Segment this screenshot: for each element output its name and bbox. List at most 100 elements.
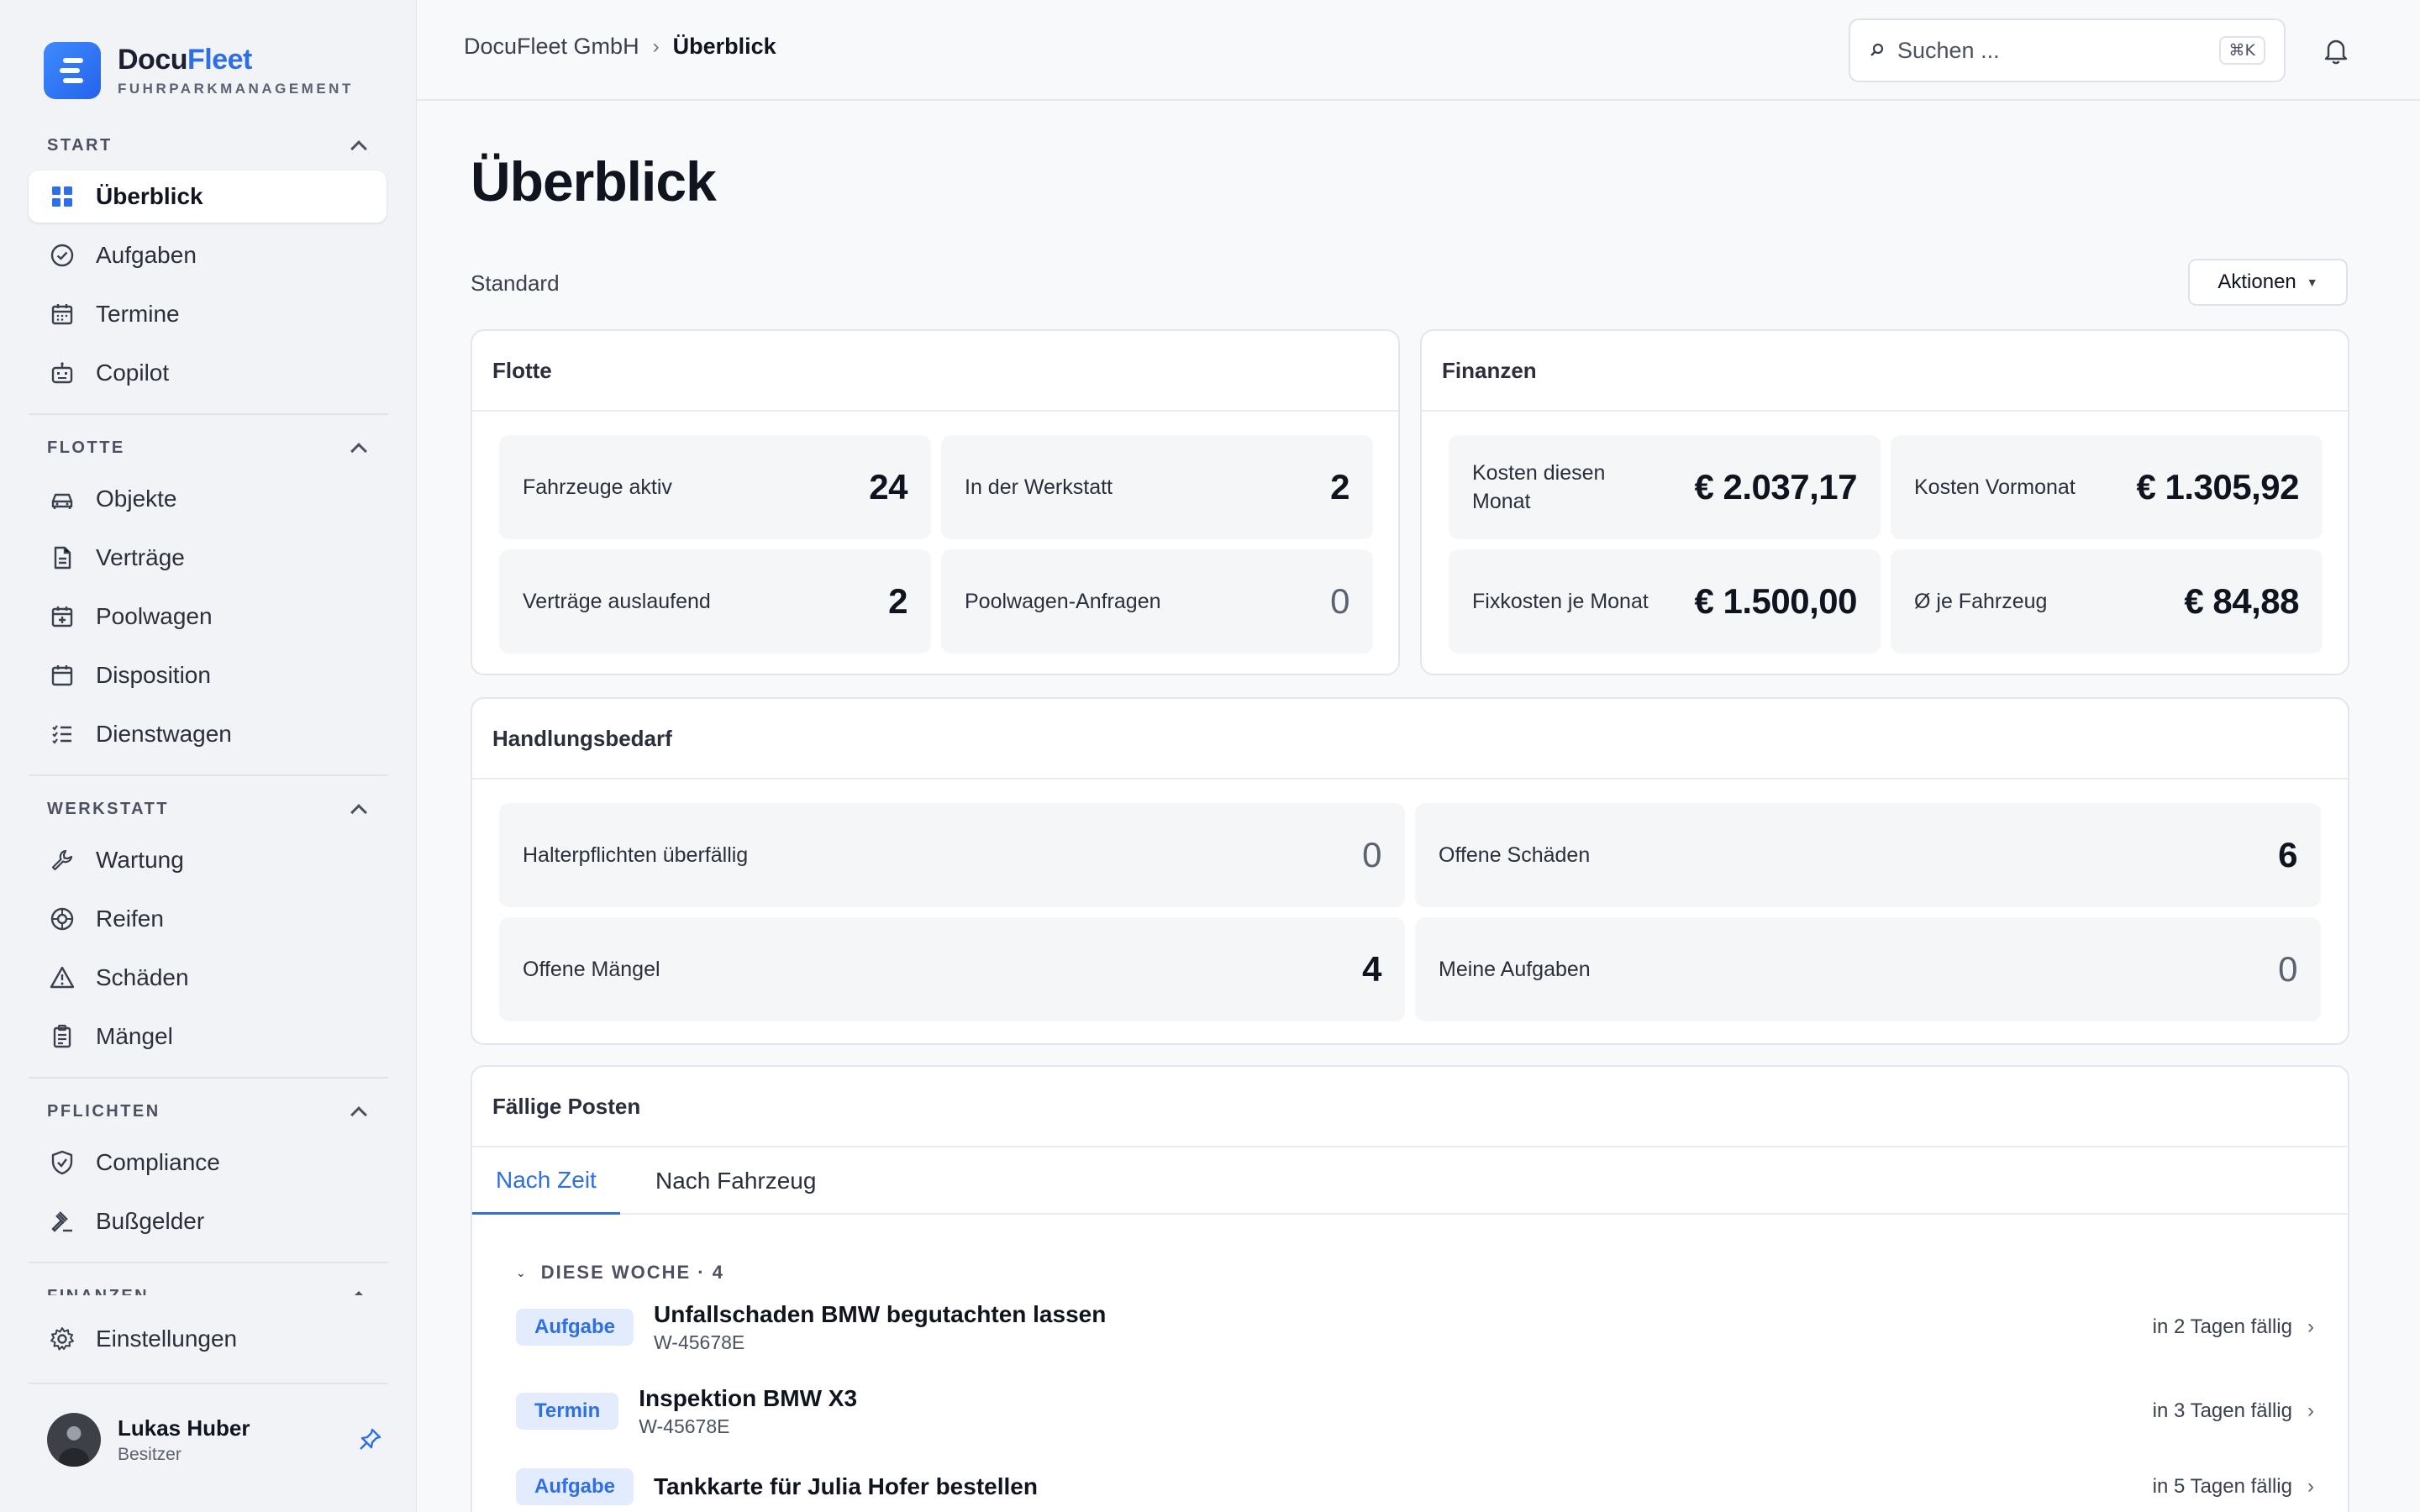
sidebar-item-bussgelder[interactable]: Bußgelder: [29, 1195, 387, 1247]
tire-icon: [50, 907, 74, 931]
kpi-tile[interactable]: Fahrzeuge aktiv 24: [499, 435, 931, 539]
kpi-tile[interactable]: Ø je Fahrzeug € 84,88: [1891, 549, 2323, 654]
item-title: Tankkarte für Julia Hofer bestellen: [654, 1473, 1038, 1499]
type-badge: Aufgabe: [516, 1468, 634, 1505]
sidebar-item-dienstwagen[interactable]: Dienstwagen: [29, 708, 387, 760]
pin-icon[interactable]: [356, 1426, 383, 1453]
divider: [29, 774, 388, 776]
sidebar-item-maengel[interactable]: Mängel: [29, 1011, 387, 1063]
caret-down-icon: ▼: [2306, 276, 2318, 289]
card-flotte: Flotte Fahrzeuge aktiv 24 In der Werksta…: [471, 329, 1400, 675]
kpi-label: Offene Schäden: [1439, 843, 1591, 867]
kpi-value: € 1.500,00: [1694, 581, 1857, 621]
dashboard-icon: [52, 186, 72, 207]
sidebar-item-label: Disposition: [96, 662, 211, 688]
item-title: Unfallschaden BMW begutachten lassen: [654, 1300, 1107, 1327]
list-item[interactable]: Aufgabe Unfallschaden BMW begutachten la…: [516, 1292, 2314, 1362]
section-start[interactable]: START: [47, 133, 370, 158]
brand[interactable]: DocuFleet FUHRPARKMANAGEMENT: [44, 42, 354, 99]
kpi-tile[interactable]: Kosten Vormonat € 1.305,92: [1891, 435, 2323, 539]
due-text: in 2 Tagen fällig ›: [2152, 1315, 2314, 1338]
section-finanzen[interactable]: FINANZEN: [47, 1284, 370, 1295]
section-werkstatt[interactable]: WERKSTATT: [47, 796, 370, 822]
tab-nach-zeit[interactable]: Nach Zeit: [472, 1147, 620, 1215]
kpi-value: 0: [1330, 581, 1349, 621]
logo-icon: [60, 58, 83, 83]
user-profile[interactable]: Lukas Huber Besitzer: [47, 1413, 383, 1467]
section-finanzen-clip: FINANZEN: [0, 1277, 416, 1295]
kpi-label: Fixkosten je Monat: [1472, 590, 1649, 613]
sidebar-item-schaeden[interactable]: Schäden: [29, 952, 387, 1004]
sidebar-item-aufgaben[interactable]: Aufgaben: [29, 229, 387, 281]
actions-dropdown-button[interactable]: Aktionen ▼: [2188, 259, 2348, 306]
kpi-tile[interactable]: Offene Schäden 6: [1415, 803, 2321, 907]
warning-icon: [50, 966, 75, 989]
chevron-right-icon: ›: [2307, 1315, 2314, 1338]
list-item[interactable]: Aufgabe Tankkarte für Julia Hofer bestel…: [516, 1452, 2314, 1512]
kpi-value: € 2.037,17: [1694, 467, 1857, 507]
sidebar-item-einstellungen[interactable]: Einstellungen: [29, 1313, 387, 1365]
group-header[interactable]: ⌄ DIESE WOCHE · 4: [516, 1262, 724, 1284]
brand-name: DocuFleet: [118, 44, 252, 76]
sidebar-item-compliance[interactable]: Compliance: [29, 1137, 387, 1189]
section-pflichten[interactable]: PFLICHTEN: [47, 1099, 370, 1124]
avatar: [47, 1413, 101, 1467]
breadcrumb-current: Überblick: [672, 34, 776, 59]
sidebar-item-reifen[interactable]: Reifen: [29, 893, 387, 945]
calendar-plus-icon: [51, 606, 73, 627]
kpi-tile[interactable]: Offene Mängel 4: [499, 917, 1405, 1021]
search-input[interactable]: Suchen ... ⌘K: [1849, 18, 2286, 82]
kpi-tile[interactable]: Verträge auslaufend 2: [499, 549, 931, 654]
sidebar-item-poolwagen[interactable]: Poolwagen: [29, 591, 387, 643]
kpi-label: In der Werkstatt: [965, 475, 1113, 499]
divider: [29, 1262, 388, 1263]
gavel-icon: [51, 1211, 72, 1232]
brand-logo: [44, 42, 101, 99]
kpi-label: Offene Mängel: [523, 958, 660, 981]
kpi-value: € 1.305,92: [2136, 467, 2299, 507]
sidebar-item-disposition[interactable]: Disposition: [29, 649, 387, 701]
sidebar-item-label: Compliance: [96, 1149, 220, 1175]
bell-icon[interactable]: [2321, 35, 2351, 66]
chevron-up-icon: [350, 1106, 367, 1123]
sidebar-item-label: Schäden: [96, 964, 189, 990]
sidebar-item-vertraege[interactable]: Verträge: [29, 532, 387, 584]
card-title: Flotte: [472, 331, 1398, 412]
kpi-tile[interactable]: Meine Aufgaben 0: [1415, 917, 2321, 1021]
search-placeholder: Suchen ...: [1897, 37, 2000, 63]
sidebar-item-wartung[interactable]: Wartung: [29, 834, 387, 886]
tab-nach-fahrzeug[interactable]: Nach Fahrzeug: [655, 1147, 816, 1215]
kpi-value: 24: [869, 467, 908, 507]
sidebar-item-label: Wartung: [96, 847, 184, 873]
kpi-tile[interactable]: Kosten diesen Monat € 2.037,17: [1449, 435, 1881, 539]
list-item[interactable]: Termin Inspektion BMW X3 W-45678E in 3 T…: [516, 1376, 2314, 1446]
card-title: Handlungsbedarf: [472, 699, 2348, 780]
kpi-value: 2: [888, 581, 908, 621]
kpi-tile[interactable]: Halterpflichten überfällig 0: [499, 803, 1405, 907]
divider: [29, 1077, 388, 1079]
item-plate: W-45678E: [654, 1331, 745, 1353]
sidebar-item-objekte[interactable]: Objekte: [29, 473, 387, 525]
type-badge: Termin: [516, 1393, 619, 1430]
sidebar-item-ueberblick[interactable]: Überblick: [29, 171, 387, 223]
item-plate: W-45678E: [639, 1415, 730, 1437]
due-text: in 5 Tagen fällig ›: [2152, 1475, 2314, 1498]
card-title: Fällige Posten: [472, 1067, 2348, 1147]
chevron-down-icon: ⌄: [516, 1265, 528, 1279]
kpi-tile[interactable]: Fixkosten je Monat € 1.500,00: [1449, 549, 1881, 654]
chevron-up-icon: [350, 443, 367, 459]
tab-bar: Nach Zeit Nach Fahrzeug: [472, 1147, 2348, 1215]
sidebar-item-copilot[interactable]: Copilot: [29, 347, 387, 399]
card-finanzen: Finanzen Kosten diesen Monat € 2.037,17 …: [1420, 329, 2349, 675]
breadcrumb-company[interactable]: DocuFleet GmbH: [464, 34, 639, 60]
chevron-right-icon: ›: [2307, 1399, 2314, 1422]
sidebar-item-label: Einstellungen: [96, 1326, 238, 1352]
kpi-tile[interactable]: Poolwagen-Anfragen 0: [941, 549, 1373, 654]
sidebar-item-termine[interactable]: Termine: [29, 288, 387, 340]
user-name: Lukas Huber: [118, 1415, 250, 1441]
section-flotte[interactable]: FLOTTE: [47, 435, 370, 460]
topbar: DocuFleet GmbH › Überblick Suchen ... ⌘K: [417, 0, 2420, 101]
kpi-tile[interactable]: In der Werkstatt 2: [941, 435, 1373, 539]
chevron-up-icon: [350, 140, 367, 157]
kpi-value: € 84,88: [2184, 581, 2299, 621]
